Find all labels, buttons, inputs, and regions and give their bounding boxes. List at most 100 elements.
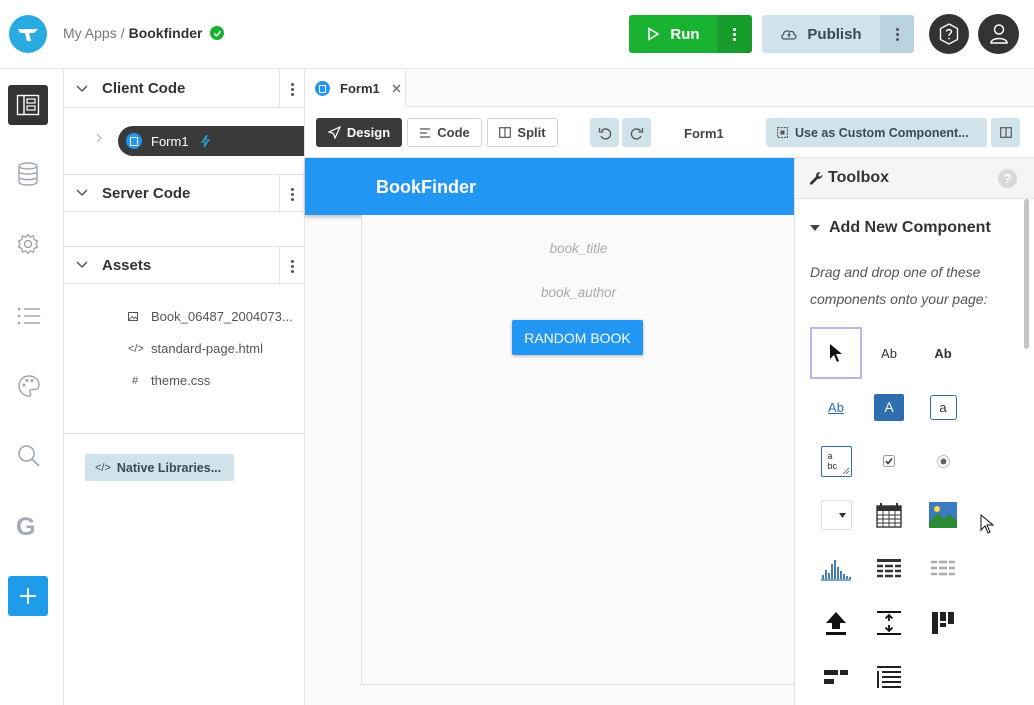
asset-item[interactable]: # theme.css — [128, 373, 210, 388]
landscape-image-icon — [929, 502, 957, 528]
close-icon[interactable] — [392, 84, 401, 93]
palette-icon[interactable] — [17, 374, 41, 398]
component-icon — [777, 127, 788, 138]
spacer-component[interactable] — [863, 597, 915, 649]
native-libraries-button[interactable]: </> Native Libraries... — [85, 454, 234, 481]
panel-icon — [999, 127, 1012, 138]
asset-item[interactable]: Book_06487_2004073... — [128, 309, 293, 324]
toolbox-hint: Drag and drop one of these components on… — [810, 264, 988, 307]
run-menu-button[interactable] — [717, 15, 752, 53]
textbox-component[interactable]: a — [917, 381, 969, 433]
publish-menu-button[interactable] — [880, 15, 914, 53]
app-browser-icon[interactable] — [8, 85, 48, 125]
image-component[interactable] — [917, 489, 969, 541]
list-icon[interactable] — [17, 306, 41, 326]
book-author-label[interactable]: book_author — [362, 285, 795, 300]
publish-button[interactable]: Publish — [762, 15, 880, 53]
toggle-panel-button[interactable] — [991, 118, 1020, 147]
toolbox-panel: Toolbox ? Add New Component Drag and dro… — [794, 158, 1034, 705]
dropdown-component[interactable] — [810, 489, 862, 541]
content-panel[interactable]: book_title book_author RANDOM BOOK — [361, 215, 794, 685]
scrollbar-thumb[interactable] — [1024, 199, 1029, 349]
database-icon[interactable] — [17, 162, 39, 186]
chevron-down-icon — [76, 84, 88, 92]
help-circle-icon[interactable]: ? — [998, 169, 1017, 188]
tree-expand-chevron-icon[interactable] — [96, 133, 102, 143]
settings-icon[interactable] — [17, 233, 39, 255]
breadcrumb: My Apps / Bookfinder — [63, 25, 225, 41]
upload-icon — [826, 612, 846, 635]
code-mode-button[interactable]: Code — [407, 118, 482, 147]
form1-tree-item[interactable]: Form1 — [118, 126, 304, 156]
form1-label: Form1 — [151, 133, 189, 149]
random-book-button[interactable]: RANDOM BOOK — [512, 320, 643, 355]
link-component[interactable]: Ab — [810, 381, 862, 433]
design-canvas: BookFinder book_title book_author RANDOM… — [305, 158, 794, 705]
split-icon — [499, 127, 512, 138]
chevron-down-icon — [76, 261, 88, 269]
add-component-header[interactable]: Add New Component — [810, 219, 991, 237]
redo-button[interactable] — [622, 118, 651, 147]
text-lines-icon — [420, 127, 431, 138]
data-grid-icon — [877, 559, 901, 578]
search-icon[interactable] — [17, 444, 41, 468]
tab-form1[interactable]: Form1 — [305, 70, 406, 107]
google-icon[interactable]: G — [16, 513, 35, 542]
question-icon — [939, 23, 959, 45]
split-mode-button[interactable]: Split — [487, 118, 558, 147]
repeating-panel-icon — [931, 560, 955, 576]
radio-button-component[interactable] — [917, 435, 969, 487]
help-button[interactable] — [929, 14, 969, 54]
assets-header[interactable]: Assets — [64, 246, 304, 285]
breadcrumb-my-apps[interactable]: My Apps — [63, 25, 117, 41]
client-code-menu-button[interactable] — [279, 70, 304, 108]
add-icon[interactable] — [8, 576, 48, 616]
pointer-tool[interactable] — [810, 327, 862, 379]
server-code-menu-button[interactable] — [279, 175, 304, 213]
logo-icon[interactable] — [9, 15, 47, 53]
bar-chart-icon — [821, 560, 851, 581]
design-mode-button[interactable]: Design — [316, 118, 402, 147]
app-name[interactable]: Bookfinder — [129, 25, 203, 41]
account-button[interactable] — [978, 14, 1019, 54]
custom-component-button[interactable]: Use as Custom Component... — [766, 118, 987, 147]
linear-panel-icon — [877, 666, 901, 688]
native-libraries-label: Native Libraries... — [116, 460, 222, 475]
mouse-cursor-icon — [980, 514, 994, 534]
column-panel-component[interactable] — [917, 597, 969, 649]
label-component[interactable]: Ab — [863, 327, 915, 379]
asset-label: theme.css — [151, 373, 211, 388]
code-icon: </> — [128, 342, 144, 355]
check-circle-icon — [210, 26, 225, 40]
lightning-icon — [200, 134, 210, 148]
undo-button[interactable] — [590, 118, 619, 147]
asset-item[interactable]: </> standard-page.html — [128, 341, 263, 356]
checkbox-component[interactable] — [863, 435, 915, 487]
play-icon — [648, 27, 660, 41]
data-grid-component[interactable] — [863, 543, 915, 595]
file-loader-component[interactable] — [810, 597, 862, 649]
assets-menu-button[interactable] — [279, 247, 304, 285]
plot-component[interactable] — [810, 543, 862, 595]
tab-label: Form1 — [340, 81, 380, 96]
button-component[interactable]: A — [863, 381, 915, 433]
app-header-bar[interactable]: BookFinder — [305, 158, 794, 215]
asset-label: standard-page.html — [151, 341, 264, 356]
split-label: Split — [517, 125, 546, 140]
textarea-component[interactable]: a bc — [810, 435, 862, 487]
repeating-panel-component[interactable] — [917, 543, 969, 595]
date-picker-component[interactable] — [863, 489, 915, 541]
book-title-label[interactable]: book_title — [362, 241, 795, 256]
custom-component-label: Use as Custom Component... — [795, 125, 969, 140]
server-code-header[interactable]: Server Code — [64, 174, 304, 213]
form-name-label: Form1 — [684, 126, 724, 141]
top-bar: My Apps / Bookfinder Run Publish — [0, 0, 1034, 69]
client-code-header[interactable]: Client Code — [64, 70, 304, 108]
linear-panel-component[interactable] — [863, 651, 915, 703]
run-button[interactable]: Run — [629, 15, 717, 53]
app-title: BookFinder — [376, 177, 477, 197]
left-rail: G — [0, 70, 64, 705]
rich-text-component[interactable]: Ab — [917, 327, 969, 379]
flow-panel-component[interactable] — [810, 651, 862, 703]
divider — [64, 433, 304, 434]
